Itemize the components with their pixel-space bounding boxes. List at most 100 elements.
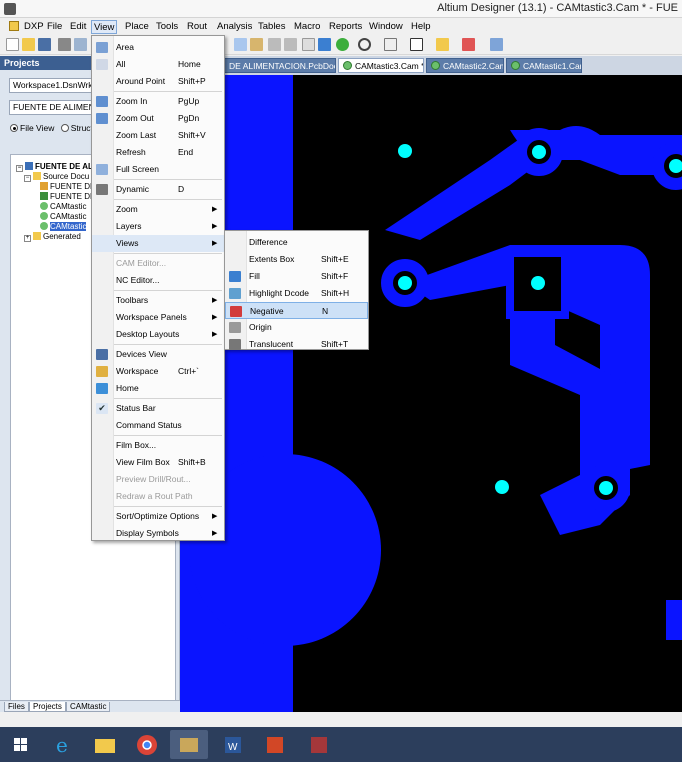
line-tool-icon[interactable] — [384, 38, 397, 51]
grid-icon[interactable] — [490, 38, 503, 51]
word-icon[interactable]: W — [214, 730, 252, 759]
menu-item-display-symbols[interactable]: Display Symbols ▶ — [92, 525, 224, 542]
menu-help[interactable]: Help — [409, 20, 433, 34]
measure-icon[interactable] — [436, 38, 449, 51]
expand-icon[interactable]: + — [24, 235, 31, 242]
menu-dxp[interactable]: DXP — [22, 20, 46, 34]
menu-item-command-status[interactable]: Command Status — [92, 417, 224, 434]
collapse-icon[interactable]: − — [16, 165, 23, 172]
tab-camtastic2[interactable]: CAMtastic2.Cam — [426, 58, 504, 73]
menu-item-shortcut: Shift+B — [178, 457, 206, 467]
tree-item-document[interactable]: FUENTE DE — [40, 182, 95, 192]
menu-tables[interactable]: Tables — [256, 20, 287, 34]
chrome-icon[interactable] — [128, 730, 166, 759]
undo-icon[interactable] — [268, 38, 281, 51]
access-icon[interactable] — [300, 730, 338, 759]
print-icon[interactable] — [58, 38, 71, 51]
file-explorer-icon[interactable] — [86, 730, 124, 759]
title-bar: Altium Designer (13.1) - CAMtastic3.Cam … — [0, 0, 682, 18]
tree-item-generated[interactable]: + Generated — [24, 232, 81, 242]
tree-item-project[interactable]: − FUENTE DE ALI — [16, 162, 95, 172]
menu-item-zoom-out[interactable]: Zoom Out PgDn — [92, 110, 224, 127]
menu-item-refresh[interactable]: Refresh End — [92, 144, 224, 161]
tab-pcbdoc[interactable]: DE ALIMENTACION.PcbDoc — [224, 58, 336, 73]
menu-item-all[interactable]: All Home — [92, 56, 224, 73]
structure-radio[interactable] — [60, 124, 69, 132]
tab-camtastic1[interactable]: CAMtastic1.Cam — [506, 58, 582, 73]
open-folder-icon[interactable] — [22, 38, 35, 51]
print-preview-icon[interactable] — [74, 38, 87, 51]
menu-item-workspace-panels[interactable]: Workspace Panels ▶ — [92, 309, 224, 326]
menu-analysis[interactable]: Analysis — [215, 20, 254, 34]
drill-hole — [398, 276, 412, 290]
menu-item-desktop-layouts[interactable]: Desktop Layouts ▶ — [92, 326, 224, 343]
redo-icon[interactable] — [284, 38, 297, 51]
app-icon[interactable] — [4, 3, 16, 15]
menu-rout[interactable]: Rout — [185, 20, 209, 34]
internet-explorer-icon[interactable]: e — [44, 730, 82, 759]
tree-item-document[interactable]: CAMtastic — [40, 212, 86, 222]
arc-tool-icon[interactable] — [358, 38, 371, 51]
new-file-icon[interactable] — [6, 38, 19, 51]
menu-item-zoom[interactable]: Zoom ▶ — [92, 201, 224, 218]
menu-item-sort-optimize-options[interactable]: Sort/Optimize Options ▶ — [92, 508, 224, 525]
menu-item-toolbars[interactable]: Toolbars ▶ — [92, 292, 224, 309]
menu-tools[interactable]: Tools — [154, 20, 180, 34]
menu-item-home[interactable]: Home — [92, 380, 224, 397]
menu-item-highlight-dcode[interactable]: Highlight Dcode Shift+H — [225, 285, 368, 302]
menu-item-fill[interactable]: Fill Shift+F — [225, 268, 368, 285]
tab-projects[interactable]: Projects — [29, 702, 66, 712]
menu-item-film-box[interactable]: Film Box... — [92, 437, 224, 454]
cam-canvas[interactable] — [180, 75, 682, 712]
menu-item-full-screen[interactable]: Full Screen — [92, 161, 224, 178]
save-icon[interactable] — [38, 38, 51, 51]
windows-start-icon[interactable] — [2, 730, 40, 759]
menu-item-zoom-in[interactable]: Zoom In PgUp — [92, 93, 224, 110]
tree-item-document[interactable]: CAMtastic — [40, 222, 87, 232]
menu-item-nc-editor[interactable]: NC Editor... — [92, 272, 224, 289]
tree-item-source-documents[interactable]: − Source Docu — [24, 172, 89, 182]
menu-item-devices-view[interactable]: Devices View — [92, 346, 224, 363]
collapse-icon[interactable]: − — [24, 175, 31, 182]
cam-document-icon — [431, 61, 440, 70]
menu-place[interactable]: Place — [123, 20, 151, 34]
tree-item-document[interactable]: CAMtastic — [40, 202, 86, 212]
altium-designer-icon[interactable] — [170, 730, 208, 759]
layer-icon[interactable] — [336, 38, 349, 51]
menu-item-dynamic[interactable]: Dynamic D — [92, 181, 224, 198]
menu-item-zoom-last[interactable]: Zoom Last Shift+V — [92, 127, 224, 144]
menu-item-around-point[interactable]: Around Point Shift+P — [92, 73, 224, 90]
menu-item-label: Display Symbols — [116, 528, 179, 538]
flash-icon[interactable] — [462, 38, 475, 51]
menu-item-extents-box[interactable]: Extents Box Shift+E — [225, 251, 368, 268]
menu-edit[interactable]: Edit — [68, 20, 88, 34]
copy-icon[interactable] — [234, 38, 247, 51]
menu-item-view-film-box[interactable]: View Film Box Shift+B — [92, 454, 224, 471]
menu-item-difference[interactable]: Difference — [225, 234, 368, 251]
menu-item-area[interactable]: Area — [92, 39, 224, 56]
menu-item-status-bar[interactable]: ✔ Status Bar — [92, 400, 224, 417]
rectangle-tool-icon[interactable] — [410, 38, 423, 51]
select-icon[interactable] — [318, 38, 331, 51]
menu-window[interactable]: Window — [367, 20, 405, 34]
hand-pan-icon[interactable] — [302, 38, 315, 51]
menu-item-translucent[interactable]: Translucent Shift+T — [225, 336, 368, 353]
menu-macro[interactable]: Macro — [292, 20, 322, 34]
menu-item-workspace[interactable]: Workspace Ctrl+` — [92, 363, 224, 380]
tab-files[interactable]: Files — [4, 702, 29, 712]
menu-item-label: Devices View — [116, 349, 167, 359]
tree-item-document[interactable]: FUENTE DE — [40, 192, 95, 202]
fill-icon — [229, 271, 241, 282]
menu-view[interactable]: View — [91, 20, 118, 34]
file-view-radio[interactable] — [10, 124, 18, 132]
menu-item-negative[interactable]: Negative N — [225, 302, 368, 319]
menu-item-views[interactable]: Views ▶ — [92, 235, 224, 252]
menu-item-layers[interactable]: Layers ▶ — [92, 218, 224, 235]
tab-camtastic[interactable]: CAMtastic — [66, 702, 111, 712]
menu-item-origin[interactable]: Origin — [225, 319, 368, 336]
menu-file[interactable]: File — [45, 20, 64, 34]
menu-reports[interactable]: Reports — [327, 20, 364, 34]
paste-icon[interactable] — [250, 38, 263, 51]
tab-camtastic3[interactable]: CAMtastic3.Cam * — [338, 58, 424, 73]
powerpoint-icon[interactable] — [256, 730, 294, 759]
